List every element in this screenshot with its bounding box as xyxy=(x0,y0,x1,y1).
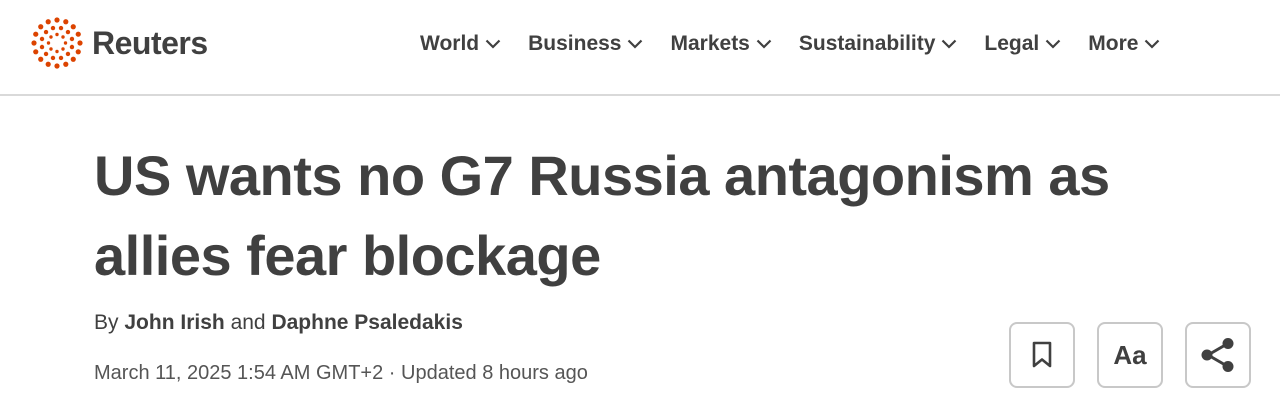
logo-dot xyxy=(50,25,56,31)
byline-prefix: By xyxy=(94,311,119,334)
chevron-down-icon xyxy=(756,39,772,49)
nav-item-world[interactable]: World xyxy=(420,32,501,56)
chevron-down-icon xyxy=(1045,39,1061,49)
byline-conjunction: and xyxy=(230,311,266,334)
logo-dot xyxy=(75,31,81,37)
bookmark-button[interactable] xyxy=(1009,322,1075,388)
logo-dot xyxy=(69,36,75,42)
nav-item-label: World xyxy=(420,32,480,55)
logo-dot xyxy=(38,56,44,62)
author-link-daphne-psaledakis[interactable]: Daphne Psaledakis xyxy=(271,311,462,334)
nav-item-label: More xyxy=(1088,32,1139,55)
logo-dot xyxy=(39,36,45,42)
reuters-logo[interactable]: Reuters xyxy=(30,16,208,70)
nav-item-legal[interactable]: Legal xyxy=(984,32,1061,56)
logo-dot xyxy=(54,63,60,69)
logo-dot xyxy=(61,35,65,39)
logo-dot xyxy=(39,44,45,50)
logo-dot xyxy=(55,32,59,37)
logo-dot xyxy=(63,19,69,25)
text-size-button[interactable]: Aa xyxy=(1097,322,1163,388)
logo-dot xyxy=(43,51,49,57)
logo-dot xyxy=(38,24,44,30)
logo-dot xyxy=(69,44,75,50)
nav-item-more[interactable]: More xyxy=(1088,32,1160,56)
article-header: US wants no G7 Russia antagonism as alli… xyxy=(94,136,1204,296)
nav-item-sustainability[interactable]: Sustainability xyxy=(799,32,958,56)
share-icon xyxy=(1201,338,1234,372)
nav-item-markets[interactable]: Markets xyxy=(670,32,772,56)
logo-dot xyxy=(75,49,81,55)
logo-dot xyxy=(45,61,51,67)
chevron-down-icon xyxy=(942,39,957,49)
logo-dot xyxy=(55,49,59,54)
nav-item-label: Markets xyxy=(670,32,750,55)
logo-dot xyxy=(63,61,69,67)
logo-dot xyxy=(58,25,64,31)
published-time: March 11, 2025 1:54 AM GMT+2 xyxy=(94,362,384,384)
logo-dot xyxy=(70,24,76,30)
nav-item-label: Sustainability xyxy=(798,32,936,55)
logo-dot xyxy=(43,29,49,35)
brand-name: Reuters xyxy=(92,24,208,61)
byline: By John Irish and Daphne Psaledakis xyxy=(94,311,463,335)
author-link-john-irish[interactable]: John Irish xyxy=(124,311,224,334)
site-header: Reuters World Business Markets Sustainab… xyxy=(0,0,1280,96)
article-headline: US wants no G7 Russia antagonism as alli… xyxy=(94,144,1110,287)
logo-dot xyxy=(65,29,71,35)
updated-time: Updated 8 hours ago xyxy=(401,362,588,384)
logo-dot xyxy=(49,35,53,39)
logo-dot xyxy=(45,19,51,25)
bookmark-icon xyxy=(1032,341,1052,368)
nav-item-business[interactable]: Business xyxy=(528,32,643,56)
logo-dot xyxy=(33,31,39,37)
logo-dot xyxy=(50,55,56,61)
chevron-down-icon xyxy=(1145,39,1160,49)
dateline: March 11, 2025 1:54 AM GMT+2 · Updated 8… xyxy=(94,362,588,385)
logo-dot xyxy=(77,40,83,46)
chevron-down-icon xyxy=(485,39,501,49)
logo-dot xyxy=(63,41,68,45)
date-separator: · xyxy=(388,362,396,384)
logo-dot xyxy=(33,49,39,55)
logo-dot xyxy=(65,51,71,57)
logo-dot xyxy=(46,41,51,45)
logo-dot xyxy=(61,47,65,51)
logo-dot xyxy=(49,47,53,51)
nav-item-label: Legal xyxy=(984,32,1040,55)
logo-dot xyxy=(31,40,37,46)
logo-dot xyxy=(54,17,60,23)
logo-dot xyxy=(58,55,64,61)
main-nav: World Business Markets Sustainability Le… xyxy=(420,28,1160,60)
article-actions: Aa xyxy=(1009,322,1251,388)
chevron-down-icon xyxy=(628,39,643,49)
reuters-dots-logo-icon xyxy=(31,17,83,69)
text-size-label: Aa xyxy=(1113,339,1147,370)
nav-item-label: Business xyxy=(528,32,622,55)
logo-dot xyxy=(70,56,76,62)
share-button[interactable] xyxy=(1185,322,1251,388)
